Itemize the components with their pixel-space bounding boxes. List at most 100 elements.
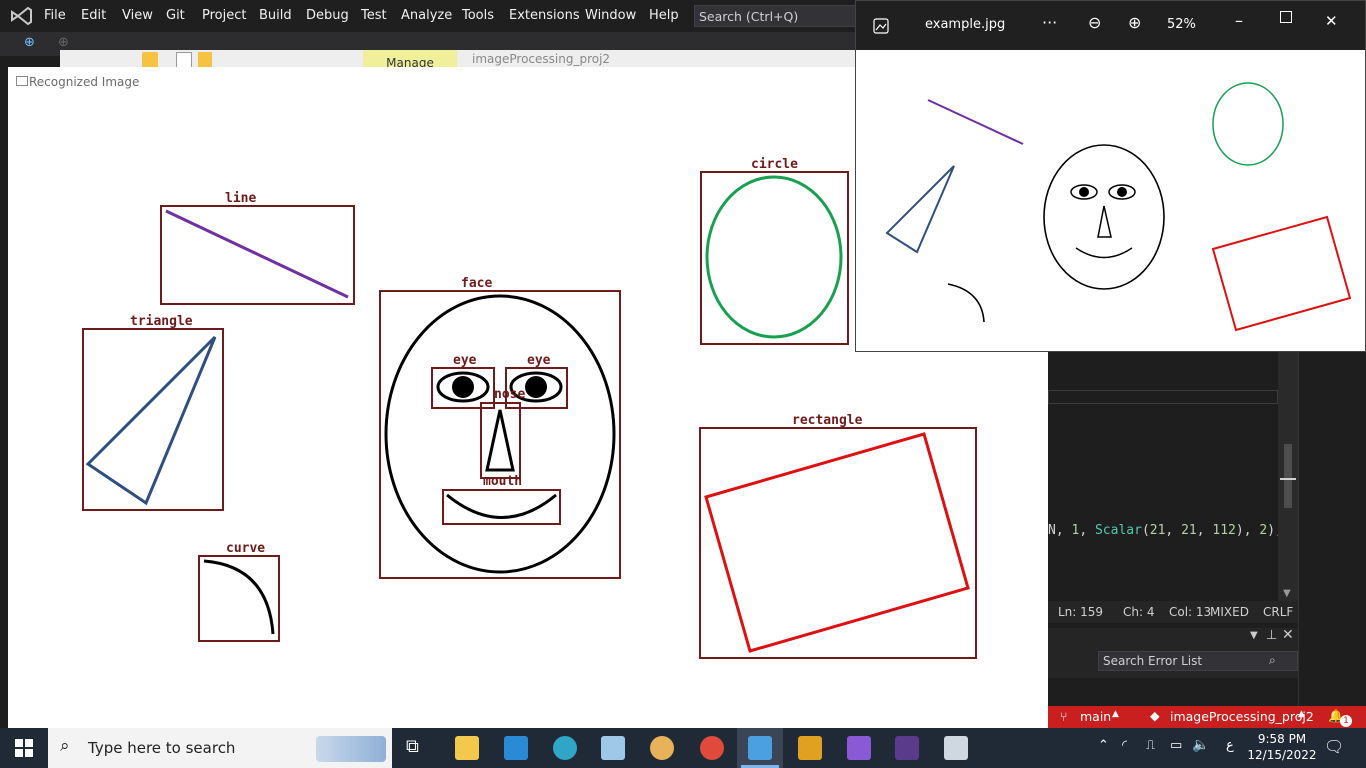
photo-nose <box>1097 205 1112 238</box>
circle-shape <box>705 175 843 339</box>
visual-studio-icon[interactable] <box>847 736 871 760</box>
vs-status-bar: ⑂ main ▲ ◆ imageProcessing_proj2 ▲ 🔔 1 <box>1048 706 1366 728</box>
more-options-icon[interactable]: ··· <box>1042 13 1057 32</box>
maximize-icon[interactable] <box>1280 11 1292 23</box>
menu-debug[interactable]: Debug <box>306 8 349 23</box>
photo-line <box>927 99 1024 145</box>
file-explorer-icon[interactable] <box>455 736 479 760</box>
photos-taskbar-active[interactable] <box>737 728 783 768</box>
menu-build[interactable]: Build <box>259 8 292 23</box>
column-number[interactable]: Col: 13 <box>1169 605 1211 619</box>
close-icon[interactable]: ✕ <box>1282 627 1294 643</box>
menu-git[interactable]: Git <box>166 8 185 23</box>
menu-analyze[interactable]: Analyze <box>401 8 452 23</box>
notification-center-icon[interactable]: 🗨 <box>1324 737 1344 756</box>
window-icon <box>16 76 28 86</box>
menu-tools[interactable]: Tools <box>462 8 494 23</box>
notepad-icon[interactable] <box>601 736 625 760</box>
folder-icon[interactable] <box>142 52 158 68</box>
whitespace-mode[interactable]: MIXED <box>1210 605 1249 619</box>
eye-right-label: eye <box>527 353 551 368</box>
error-search-label: Search Error List <box>1103 654 1203 668</box>
chrome-icon[interactable] <box>700 736 724 760</box>
circle-label: circle <box>751 157 798 172</box>
mouth-label: mouth <box>483 474 522 489</box>
battery-icon[interactable]: ▭ <box>1170 738 1182 753</box>
search-highlight-image[interactable] <box>316 736 386 762</box>
git-branch-icon: ⑂ <box>1060 709 1068 724</box>
search-icon: ⌕ <box>60 736 70 756</box>
volume-icon[interactable]: 🔈 <box>1192 737 1209 753</box>
char-number[interactable]: Ch: 4 <box>1123 605 1154 619</box>
clock[interactable]: 9:58 PM 12/15/2022 <box>1244 731 1320 763</box>
repo-name[interactable]: imageProcessing_proj2 <box>1170 709 1314 724</box>
photo-rectangle <box>1211 215 1352 332</box>
zoom-level[interactable]: 52% <box>1167 17 1196 32</box>
vs-search-label: Search (Ctrl+Q) <box>699 9 799 24</box>
photos-app-icon[interactable] <box>873 18 889 34</box>
taskbar: ⌕ Type here to search ⧉ ⌃ ◜ ⎍ ▭ 🔈 ع 9:58… <box>0 728 1366 768</box>
menu-window[interactable]: Window <box>585 8 636 23</box>
search-icon: ⌕ <box>1269 653 1276 667</box>
windows-start-icon[interactable] <box>15 739 33 757</box>
back-icon[interactable]: ⊕ <box>24 35 35 50</box>
branch-name[interactable]: main <box>1080 709 1111 724</box>
scrollbar-thumb[interactable] <box>1284 444 1292 508</box>
photos-titlebar: example.jpg ··· ⊖ ⊕ 52% – ✕ <box>856 1 1365 50</box>
paint-icon[interactable] <box>650 736 674 760</box>
project-tab[interactable]: imageProcessing_proj2 <box>472 52 610 66</box>
editor-scrollbar[interactable]: ▼ <box>1278 352 1298 602</box>
triangle-shape <box>85 335 217 506</box>
tray-expand-icon[interactable]: ⌃ <box>1098 738 1109 753</box>
circle-box <box>700 171 849 345</box>
face-label: face <box>461 276 492 291</box>
curve-box <box>198 555 280 642</box>
line-ending[interactable]: CRLF <box>1263 605 1293 619</box>
menu-file[interactable]: File <box>44 8 66 23</box>
menu-help[interactable]: Help <box>649 8 679 23</box>
branch-up-icon: ▲ <box>1112 709 1119 719</box>
edge-icon[interactable] <box>553 736 577 760</box>
triangle-label: triangle <box>130 314 193 329</box>
terminal-icon[interactable] <box>895 736 919 760</box>
rectangle-shape <box>704 432 970 653</box>
eye-right-pupil <box>525 376 547 398</box>
editor-divider <box>1048 390 1278 404</box>
menu-test[interactable]: Test <box>361 8 387 23</box>
zoom-in-icon[interactable]: ⊕ <box>1128 13 1141 32</box>
minimize-icon[interactable]: – <box>1235 11 1243 30</box>
close-icon[interactable]: ✕ <box>1325 12 1338 30</box>
notification-badge: 1 <box>1340 715 1352 727</box>
input-language[interactable]: ع <box>1226 738 1234 753</box>
rectangle-label: rectangle <box>792 413 863 428</box>
visual-studio-logo-icon[interactable] <box>10 6 32 26</box>
search-placeholder: Type here to search <box>88 739 236 757</box>
vscode-icon[interactable] <box>504 736 528 760</box>
menu-project[interactable]: Project <box>202 8 246 23</box>
vs-search-box[interactable]: Search (Ctrl+Q) <box>694 5 864 27</box>
app-window-icon[interactable] <box>944 736 968 760</box>
task-view-icon[interactable]: ⧉ <box>406 736 419 757</box>
photo-pupil-left <box>1079 187 1089 197</box>
scroll-down-icon[interactable]: ▼ <box>1283 588 1291 599</box>
nose-shape <box>485 409 515 472</box>
clock-date: 12/15/2022 <box>1247 748 1317 762</box>
taskbar-search-box[interactable]: ⌕ Type here to search <box>48 728 392 768</box>
menu-edit[interactable]: Edit <box>81 8 106 23</box>
photos-window[interactable]: example.jpg ··· ⊖ ⊕ 52% – ✕ <box>855 0 1366 352</box>
zoom-out-icon[interactable]: ⊖ <box>1088 13 1101 32</box>
line-number[interactable]: Ln: 159 <box>1058 605 1103 619</box>
device-icon[interactable]: ⎍ <box>1146 738 1155 753</box>
menu-extensions[interactable]: Extensions <box>509 8 580 23</box>
menu-view[interactable]: View <box>122 8 153 23</box>
git-app-icon[interactable] <box>798 736 822 760</box>
folder-icon[interactable] <box>198 52 212 68</box>
forward-icon[interactable]: ⊕ <box>58 35 69 50</box>
network-icon[interactable]: ◜ <box>1122 738 1127 753</box>
dropdown-icon[interactable]: ▼ <box>1250 630 1258 641</box>
error-list-search[interactable]: Search Error List ⌕ <box>1098 651 1298 671</box>
face-shape <box>384 294 616 574</box>
pin-icon[interactable]: ⊥ <box>1266 628 1277 643</box>
photos-icon[interactable] <box>748 736 772 760</box>
photo-image <box>885 82 1352 332</box>
